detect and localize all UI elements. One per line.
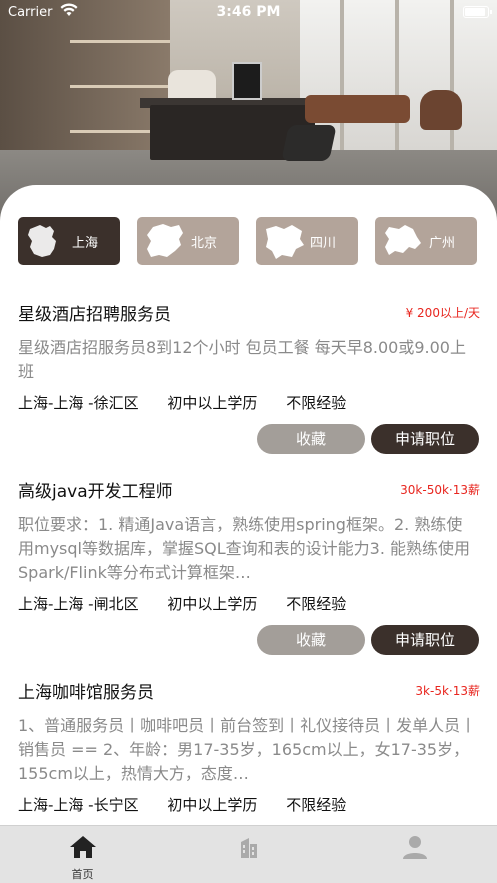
job-title: 上海咖啡馆服务员: [18, 683, 154, 703]
tab-label: 首页: [71, 868, 94, 881]
sichuan-map-icon: [266, 225, 304, 259]
beijing-map-icon: [147, 224, 183, 257]
hero-shelf: [70, 40, 170, 43]
home-icon: [69, 836, 96, 858]
job-education: 初中以上学历: [167, 394, 258, 412]
job-meta: 上海-上海 -长宁区 初中以上学历 不限经验: [18, 794, 370, 815]
job-title: 星级酒店招聘服务员: [18, 305, 171, 325]
tab-company[interactable]: [166, 826, 331, 883]
building-icon: [240, 838, 257, 858]
job-card[interactable]: 上海咖啡馆服务员 3k-5k·13薪 1、普通服务员丨咖啡吧员丨前台签到丨礼仪接…: [18, 678, 480, 825]
favorite-button[interactable]: 收藏: [257, 625, 365, 655]
tab-home[interactable]: 首页: [0, 826, 165, 883]
city-selector: 上海 北京 四川 广州: [18, 217, 483, 265]
status-time: 3:46 PM: [216, 4, 281, 20]
hero-sofa: [305, 95, 410, 123]
person-icon: [402, 836, 427, 859]
job-experience: 不限经验: [286, 595, 347, 613]
city-chip-sichuan[interactable]: 四川: [256, 217, 358, 265]
job-education: 初中以上学历: [167, 595, 258, 613]
city-label: 上海: [72, 236, 99, 251]
job-experience: 不限经验: [286, 796, 347, 814]
job-meta: 上海-上海 -闸北区 初中以上学历 不限经验: [18, 593, 370, 614]
hero-lounge-chair: [420, 90, 462, 130]
job-experience: 不限经验: [286, 394, 347, 412]
job-location: 上海-上海 -长宁区: [18, 796, 139, 814]
hero-chair-front: [281, 125, 337, 161]
content-panel: 上海 北京 四川 广州 星级酒店招聘服务员 ¥ 200以上/天 星级酒店招服务员…: [0, 185, 497, 825]
tab-profile[interactable]: [332, 826, 497, 883]
city-label: 四川: [310, 236, 337, 251]
job-salary: ¥ 200以上/天: [405, 306, 480, 320]
city-label: 北京: [191, 236, 218, 251]
apply-button[interactable]: 申请职位: [371, 625, 479, 655]
battery-icon: [463, 6, 492, 18]
guangzhou-map-icon: [385, 225, 421, 255]
city-chip-guangzhou[interactable]: 广州: [375, 217, 477, 265]
job-location: 上海-上海 -徐汇区: [18, 394, 139, 412]
apply-button[interactable]: 申请职位: [371, 424, 479, 454]
job-salary: 30k-50k·13薪: [400, 483, 480, 497]
job-description: 1、普通服务员丨咖啡吧员丨前台签到丨礼仪接待员丨发单人员丨销售员 == 2、年龄…: [18, 716, 477, 783]
job-title: 高级java开发工程师: [18, 482, 173, 502]
status-bar: Carrier 3:46 PM: [0, 0, 497, 26]
shanghai-map-icon: [28, 225, 56, 257]
tab-bar: 首页: [0, 825, 497, 883]
favorite-button[interactable]: 收藏: [257, 424, 365, 454]
city-chip-shanghai[interactable]: 上海: [18, 217, 120, 265]
city-chip-beijing[interactable]: 北京: [137, 217, 239, 265]
hero-shelf: [70, 85, 170, 88]
job-description: 星级酒店招服务员8到12个小时 包员工餐 每天早8.00或9.00上班: [18, 338, 466, 381]
job-description: 职位要求：1. 精通Java语言，熟练使用spring框架。2. 熟练使用mys…: [18, 515, 471, 582]
job-meta: 上海-上海 -徐汇区 初中以上学历 不限经验: [18, 392, 370, 413]
job-card[interactable]: 星级酒店招聘服务员 ¥ 200以上/天 星级酒店招服务员8到12个小时 包员工餐…: [18, 300, 480, 460]
job-card[interactable]: 高级java开发工程师 30k-50k·13薪 职位要求：1. 精通Java语言…: [18, 477, 480, 657]
hero-monitor: [232, 62, 262, 100]
job-education: 初中以上学历: [167, 796, 258, 814]
city-label: 广州: [429, 236, 456, 251]
job-salary: 3k-5k·13薪: [415, 684, 480, 698]
job-location: 上海-上海 -闸北区: [18, 595, 139, 613]
